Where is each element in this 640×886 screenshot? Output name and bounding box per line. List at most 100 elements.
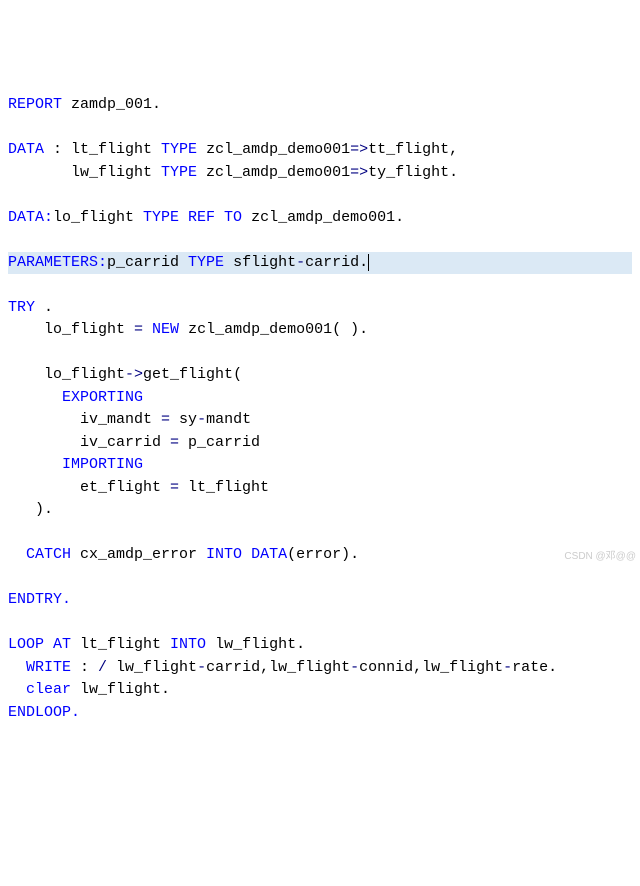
identifier: zcl_amdp_demo001 bbox=[179, 321, 332, 338]
code-line: ENDLOOP. bbox=[8, 702, 632, 725]
code-line: lw_flight TYPE zcl_amdp_demo001=>ty_flig… bbox=[8, 162, 632, 185]
code-line: lo_flight->get_flight( bbox=[8, 364, 632, 387]
identifier: lo_flight bbox=[8, 321, 134, 338]
identifier: carrid, bbox=[206, 659, 269, 676]
identifier: sy bbox=[170, 411, 197, 428]
keyword-into: INTO bbox=[170, 636, 206, 653]
keyword-into: INTO bbox=[206, 546, 242, 563]
blank-line bbox=[8, 117, 632, 140]
keyword-write: WRITE bbox=[8, 659, 71, 676]
identifier: tt_flight, bbox=[368, 141, 458, 158]
operator: - bbox=[197, 411, 206, 428]
identifier: lw_flight. bbox=[71, 681, 170, 698]
keyword-type: TYPE bbox=[188, 254, 224, 271]
keyword-importing: IMPORTING bbox=[8, 456, 143, 473]
identifier: zamdp_001. bbox=[71, 96, 161, 113]
identifier: mandt bbox=[206, 411, 251, 428]
keyword-parameters: PARAMETERS: bbox=[8, 254, 107, 271]
keyword-data: DATA bbox=[242, 546, 287, 563]
identifier: zcl_amdp_demo001 bbox=[197, 141, 350, 158]
code-line: WRITE : / lw_flight-carrid,lw_flight-con… bbox=[8, 657, 632, 680]
keyword-type: TYPE bbox=[161, 164, 197, 181]
operator: = bbox=[161, 411, 170, 428]
operator: => bbox=[350, 164, 368, 181]
blank-line bbox=[8, 229, 632, 252]
operator: - bbox=[350, 659, 359, 676]
code-editor: REPORT zamdp_001. DATA : lt_flight TYPE … bbox=[8, 94, 632, 724]
operator: -> bbox=[125, 366, 143, 383]
code-line: lo_flight = NEW zcl_amdp_demo001( ). bbox=[8, 319, 632, 342]
keyword-new: NEW bbox=[143, 321, 179, 338]
identifier: rate. bbox=[512, 659, 557, 676]
punct: ( ). bbox=[332, 321, 368, 338]
identifier: ty_flight. bbox=[368, 164, 458, 181]
punct: : bbox=[44, 141, 71, 158]
operator: - bbox=[197, 659, 206, 676]
identifier: lt_flight bbox=[179, 479, 269, 496]
code-line: IMPORTING bbox=[8, 454, 632, 477]
identifier: zcl_amdp_demo001 bbox=[197, 164, 350, 181]
code-line: et_flight = lt_flight bbox=[8, 477, 632, 500]
code-line: LOOP AT lt_flight INTO lw_flight. bbox=[8, 634, 632, 657]
identifier: lw_flight bbox=[422, 659, 503, 676]
blank-line bbox=[8, 612, 632, 635]
identifier: zcl_amdp_demo001. bbox=[242, 209, 404, 226]
keyword-data: DATA bbox=[8, 141, 44, 158]
code-line: TRY . bbox=[8, 297, 632, 320]
identifier: et_flight bbox=[8, 479, 170, 496]
identifier: p_carrid bbox=[107, 254, 188, 271]
punct: ). bbox=[8, 501, 53, 518]
keyword-loop-at: LOOP AT bbox=[8, 636, 71, 653]
keyword-try: TRY bbox=[8, 299, 35, 316]
identifier: get_flight bbox=[143, 366, 233, 383]
keyword-data: DATA: bbox=[8, 209, 53, 226]
identifier: iv_mandt bbox=[8, 411, 161, 428]
operator: = bbox=[170, 434, 179, 451]
blank-line bbox=[8, 567, 632, 590]
code-line: ). bbox=[8, 499, 632, 522]
blank-line bbox=[8, 342, 632, 365]
code-line: CATCH cx_amdp_error INTO DATA(error). bbox=[8, 544, 632, 567]
identifier: lw_flight bbox=[107, 659, 197, 676]
punct: . bbox=[35, 299, 53, 316]
highlighted-line: PARAMETERS:p_carrid TYPE sflight-carrid. bbox=[8, 252, 632, 275]
keyword-endloop: ENDLOOP. bbox=[8, 704, 80, 721]
identifier: lo_flight bbox=[8, 366, 125, 383]
blank-line bbox=[8, 522, 632, 545]
keyword-report: REPORT bbox=[8, 96, 62, 113]
operator: - bbox=[296, 254, 305, 271]
code-line: REPORT zamdp_001. bbox=[8, 94, 632, 117]
text-cursor bbox=[368, 254, 369, 271]
identifier: cx_amdp_error bbox=[71, 546, 206, 563]
operator: => bbox=[350, 141, 368, 158]
code-line: EXPORTING bbox=[8, 387, 632, 410]
operator: = bbox=[170, 479, 179, 496]
identifier: lw_flight bbox=[71, 164, 161, 181]
code-line: DATA : lt_flight TYPE zcl_amdp_demo001=>… bbox=[8, 139, 632, 162]
blank-line bbox=[8, 274, 632, 297]
code-line: iv_carrid = p_carrid bbox=[8, 432, 632, 455]
operator: = bbox=[134, 321, 143, 338]
code-line: clear lw_flight. bbox=[8, 679, 632, 702]
code-line: DATA:lo_flight TYPE REF TO zcl_amdp_demo… bbox=[8, 207, 632, 230]
punct: : bbox=[71, 659, 98, 676]
identifier: lt_flight bbox=[71, 141, 161, 158]
identifier: p_carrid bbox=[179, 434, 260, 451]
identifier: lo_flight bbox=[53, 209, 143, 226]
identifier: sflight bbox=[224, 254, 296, 271]
keyword-type-ref-to: TYPE REF TO bbox=[143, 209, 242, 226]
identifier: lw_flight bbox=[269, 659, 350, 676]
code-line: iv_mandt = sy-mandt bbox=[8, 409, 632, 432]
keyword-type: TYPE bbox=[161, 141, 197, 158]
identifier: lw_flight. bbox=[206, 636, 305, 653]
watermark: CSDN @邓@@ bbox=[564, 549, 636, 564]
operator: / bbox=[98, 659, 107, 676]
code-line: ENDTRY. bbox=[8, 589, 632, 612]
keyword-catch: CATCH bbox=[8, 546, 71, 563]
identifier: iv_carrid bbox=[8, 434, 170, 451]
identifier: lt_flight bbox=[71, 636, 170, 653]
operator: - bbox=[503, 659, 512, 676]
keyword-endtry: ENDTRY. bbox=[8, 591, 71, 608]
blank-line bbox=[8, 184, 632, 207]
punct: ( bbox=[233, 366, 242, 383]
